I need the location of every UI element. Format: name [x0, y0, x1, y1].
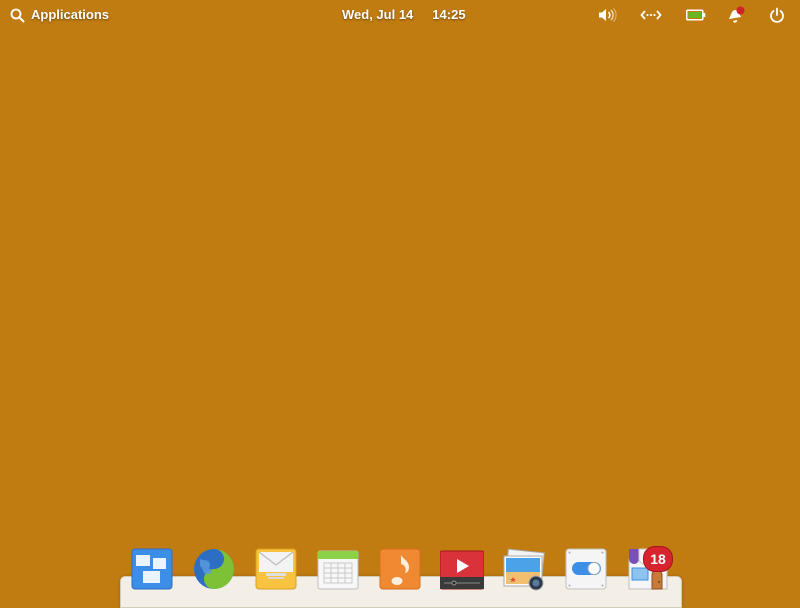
dock-item-photos[interactable] [502, 547, 546, 591]
applications-label: Applications [31, 7, 110, 22]
calendar-icon [316, 547, 360, 591]
mail-icon [254, 547, 298, 591]
sound-indicator[interactable] [597, 6, 617, 24]
settings-toggle-icon [564, 547, 608, 591]
search-icon [10, 8, 25, 23]
network-indicator[interactable] [640, 6, 662, 24]
videos-icon [440, 547, 484, 591]
time-label: 14:25 [432, 7, 466, 22]
power-indicator[interactable] [686, 6, 706, 24]
dock-item-calendar[interactable] [316, 547, 360, 591]
multitasking-view-icon [130, 547, 174, 591]
volume-icon [597, 7, 617, 23]
dock-item-multitasking-view[interactable] [130, 547, 174, 591]
dock-item-videos[interactable] [440, 547, 484, 591]
session-indicator[interactable] [767, 6, 787, 24]
web-browser-icon [192, 547, 236, 591]
power-icon [769, 7, 785, 23]
top-panel: Applications Wed, Jul 14 14:25 [0, 0, 800, 30]
dock-item-web-browser[interactable] [192, 547, 236, 591]
dock-item-system-settings[interactable] [564, 547, 608, 591]
battery-icon [686, 9, 706, 21]
applications-menu-button[interactable]: Applications [10, 7, 109, 23]
photos-icon [502, 547, 546, 591]
music-icon [378, 547, 422, 591]
notification-bell-icon [726, 6, 746, 24]
datetime-indicator[interactable]: Wed, Jul 14 14:25 [342, 7, 466, 23]
dock-item-mail[interactable] [254, 547, 298, 591]
notifications-indicator[interactable] [726, 6, 746, 24]
dock-item-music[interactable] [378, 547, 422, 591]
date-label: Wed, Jul 14 [342, 7, 414, 22]
network-wired-icon [640, 8, 662, 22]
appcenter-updates-badge: 18 [643, 546, 673, 572]
